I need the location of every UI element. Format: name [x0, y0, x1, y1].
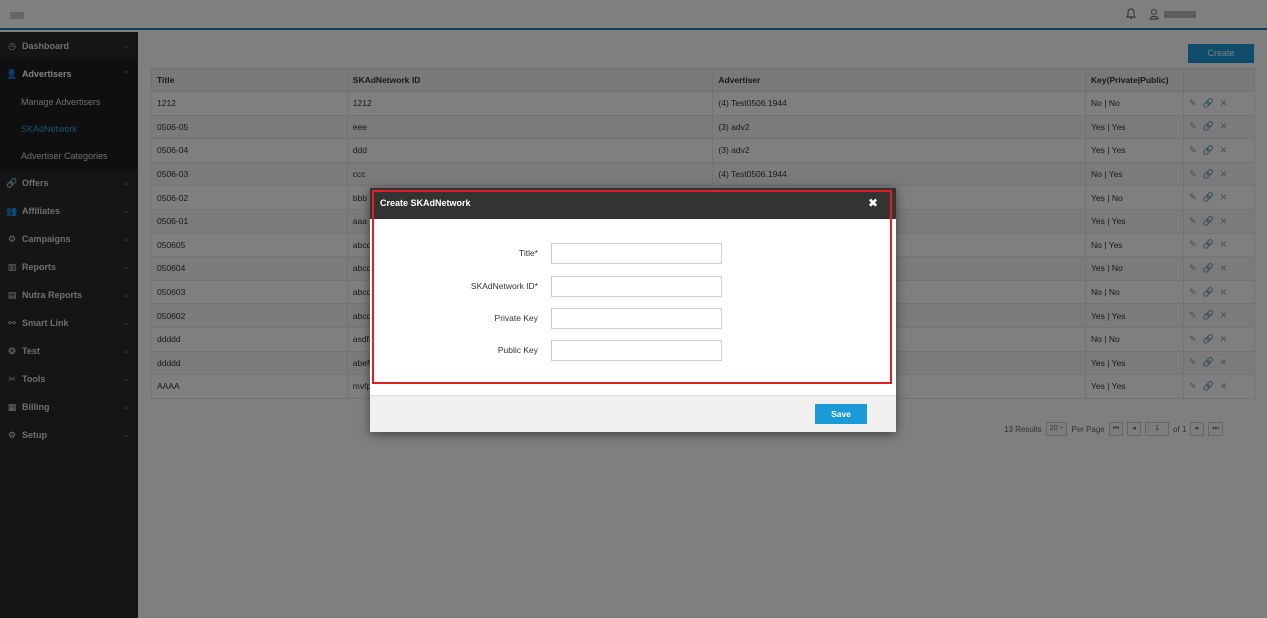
create-skadnetwork-dialog: Create SKAdNetwork ✖ Title* SKAdNetwork … [370, 188, 896, 432]
form-row-private-key: Private Key [370, 308, 896, 329]
skadnetwork-id-label: SKAdNetwork ID* [470, 281, 538, 291]
skadnetwork-id-input[interactable] [551, 276, 722, 297]
title-input[interactable] [551, 243, 722, 264]
title-label: Title* [518, 248, 538, 258]
private-key-label: Private Key [494, 313, 538, 323]
public-key-input[interactable] [551, 340, 722, 361]
private-key-input[interactable] [551, 308, 722, 329]
dialog-body: Title* SKAdNetwork ID* Private Key Publi… [370, 219, 896, 395]
dialog-title: Create SKAdNetwork [380, 198, 471, 208]
dialog-footer: Save [370, 395, 896, 432]
save-button[interactable]: Save [815, 404, 867, 424]
form-row-title: Title* [370, 243, 896, 264]
close-icon[interactable]: ✖ [868, 188, 878, 219]
form-row-public-key: Public Key [370, 340, 896, 361]
public-key-label: Public Key [497, 345, 538, 355]
form-row-skadnetwork-id: SKAdNetwork ID* [370, 276, 896, 297]
dialog-header: Create SKAdNetwork ✖ [370, 188, 896, 219]
